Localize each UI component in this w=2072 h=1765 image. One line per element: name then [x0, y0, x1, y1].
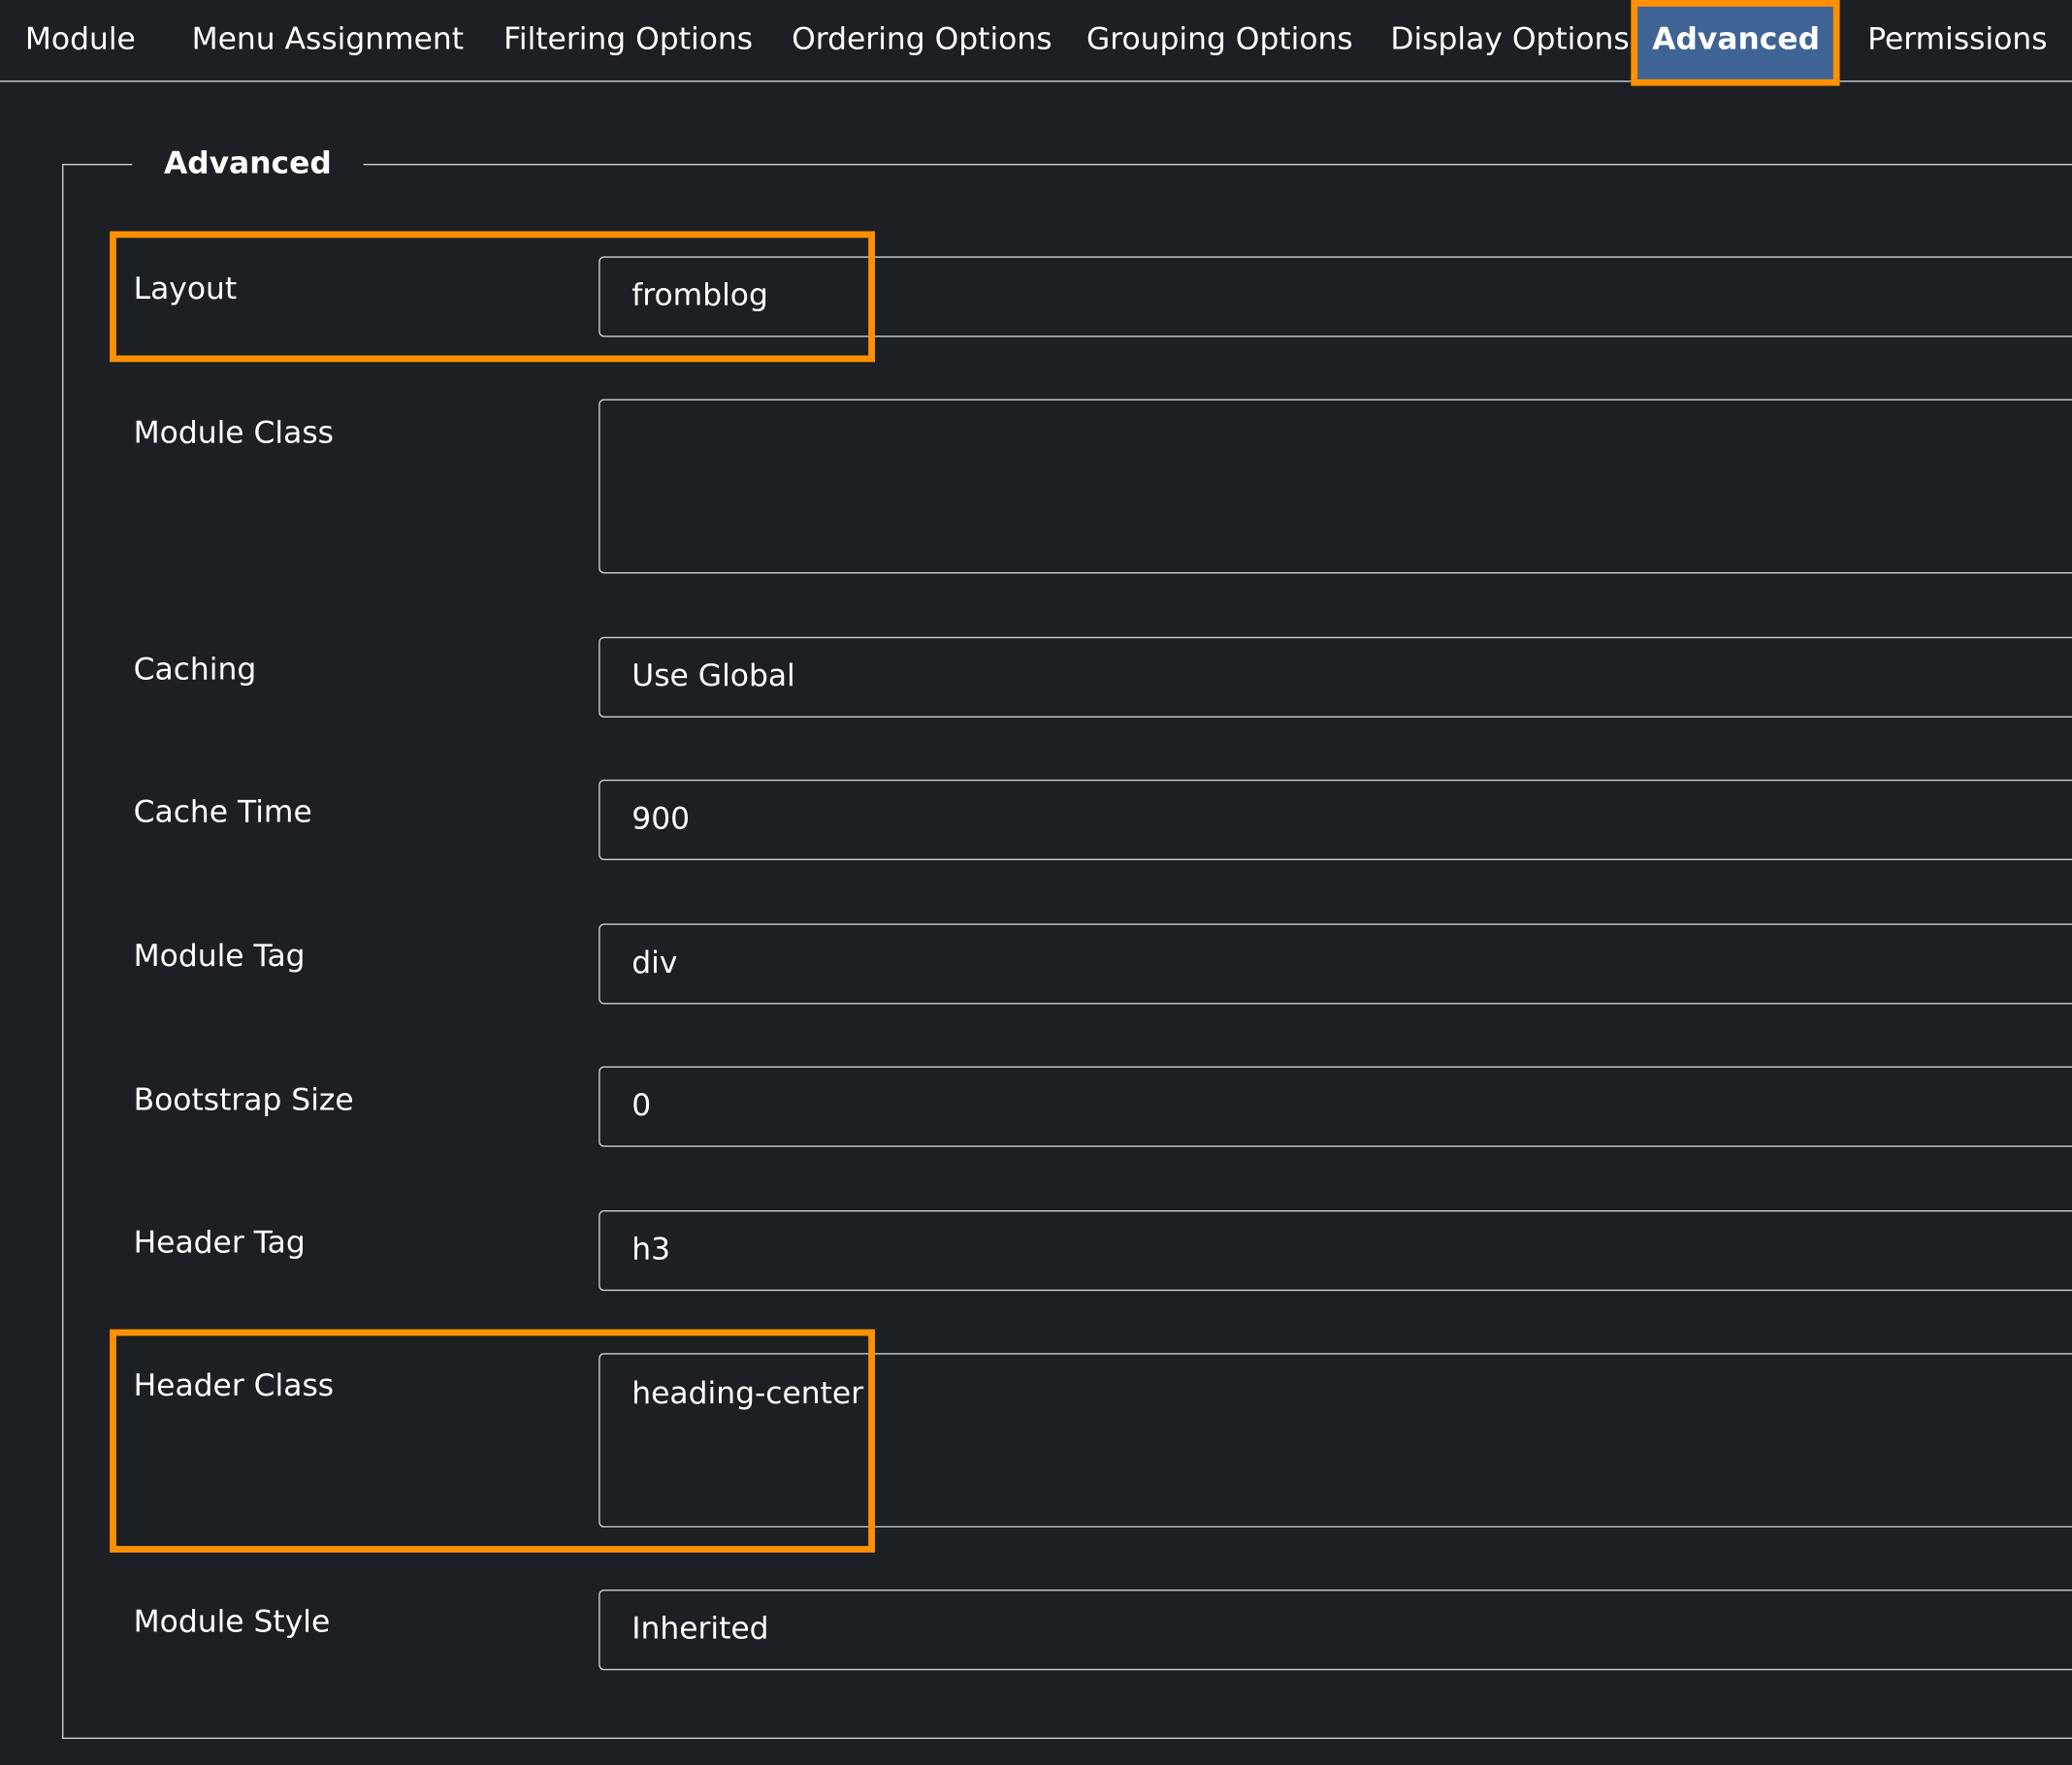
tab-advanced[interactable]: Advanced: [1635, 0, 1836, 81]
header-class-textarea[interactable]: heading-center: [599, 1353, 2072, 1528]
tab-ordering-options[interactable]: Ordering Options: [792, 0, 1052, 80]
tab-bar: Module Menu Assignment Filtering Options…: [0, 0, 2072, 82]
tab-grouping-options[interactable]: Grouping Options: [1086, 0, 1353, 80]
module-style-label: Module Style: [133, 1605, 331, 1640]
cache-time-label: Cache Time: [133, 795, 312, 830]
bootstrap-size-label: Bootstrap Size: [133, 1083, 354, 1118]
module-class-label: Module Class: [133, 416, 334, 451]
module-class-textarea[interactable]: [599, 399, 2072, 574]
caching-select[interactable]: Use Global: [599, 636, 2072, 718]
module-tag-select[interactable]: div: [599, 923, 2072, 1005]
bootstrap-size-select[interactable]: 0: [599, 1066, 2072, 1147]
header-tag-label: Header Tag: [133, 1226, 306, 1261]
tab-permissions[interactable]: Permissions: [1867, 0, 2047, 80]
tab-module[interactable]: Module: [25, 0, 136, 80]
tab-menu-assignment[interactable]: Menu Assignment: [192, 0, 465, 80]
fieldset-legend: Advanced: [132, 140, 364, 188]
module-tag-label: Module Tag: [133, 939, 306, 975]
caching-label: Caching: [133, 653, 257, 688]
module-style-select[interactable]: Inherited: [599, 1589, 2072, 1671]
cache-time-input[interactable]: 900: [599, 779, 2072, 860]
layout-label: Layout: [133, 272, 238, 307]
module-editor-page: Module Menu Assignment Filtering Options…: [0, 0, 2072, 1765]
header-tag-select[interactable]: h3: [599, 1210, 2072, 1292]
tab-display-options[interactable]: Display Options: [1390, 0, 1629, 80]
tab-filtering-options[interactable]: Filtering Options: [503, 0, 753, 80]
header-class-label: Header Class: [133, 1368, 335, 1403]
layout-select[interactable]: fromblog: [599, 256, 2072, 337]
